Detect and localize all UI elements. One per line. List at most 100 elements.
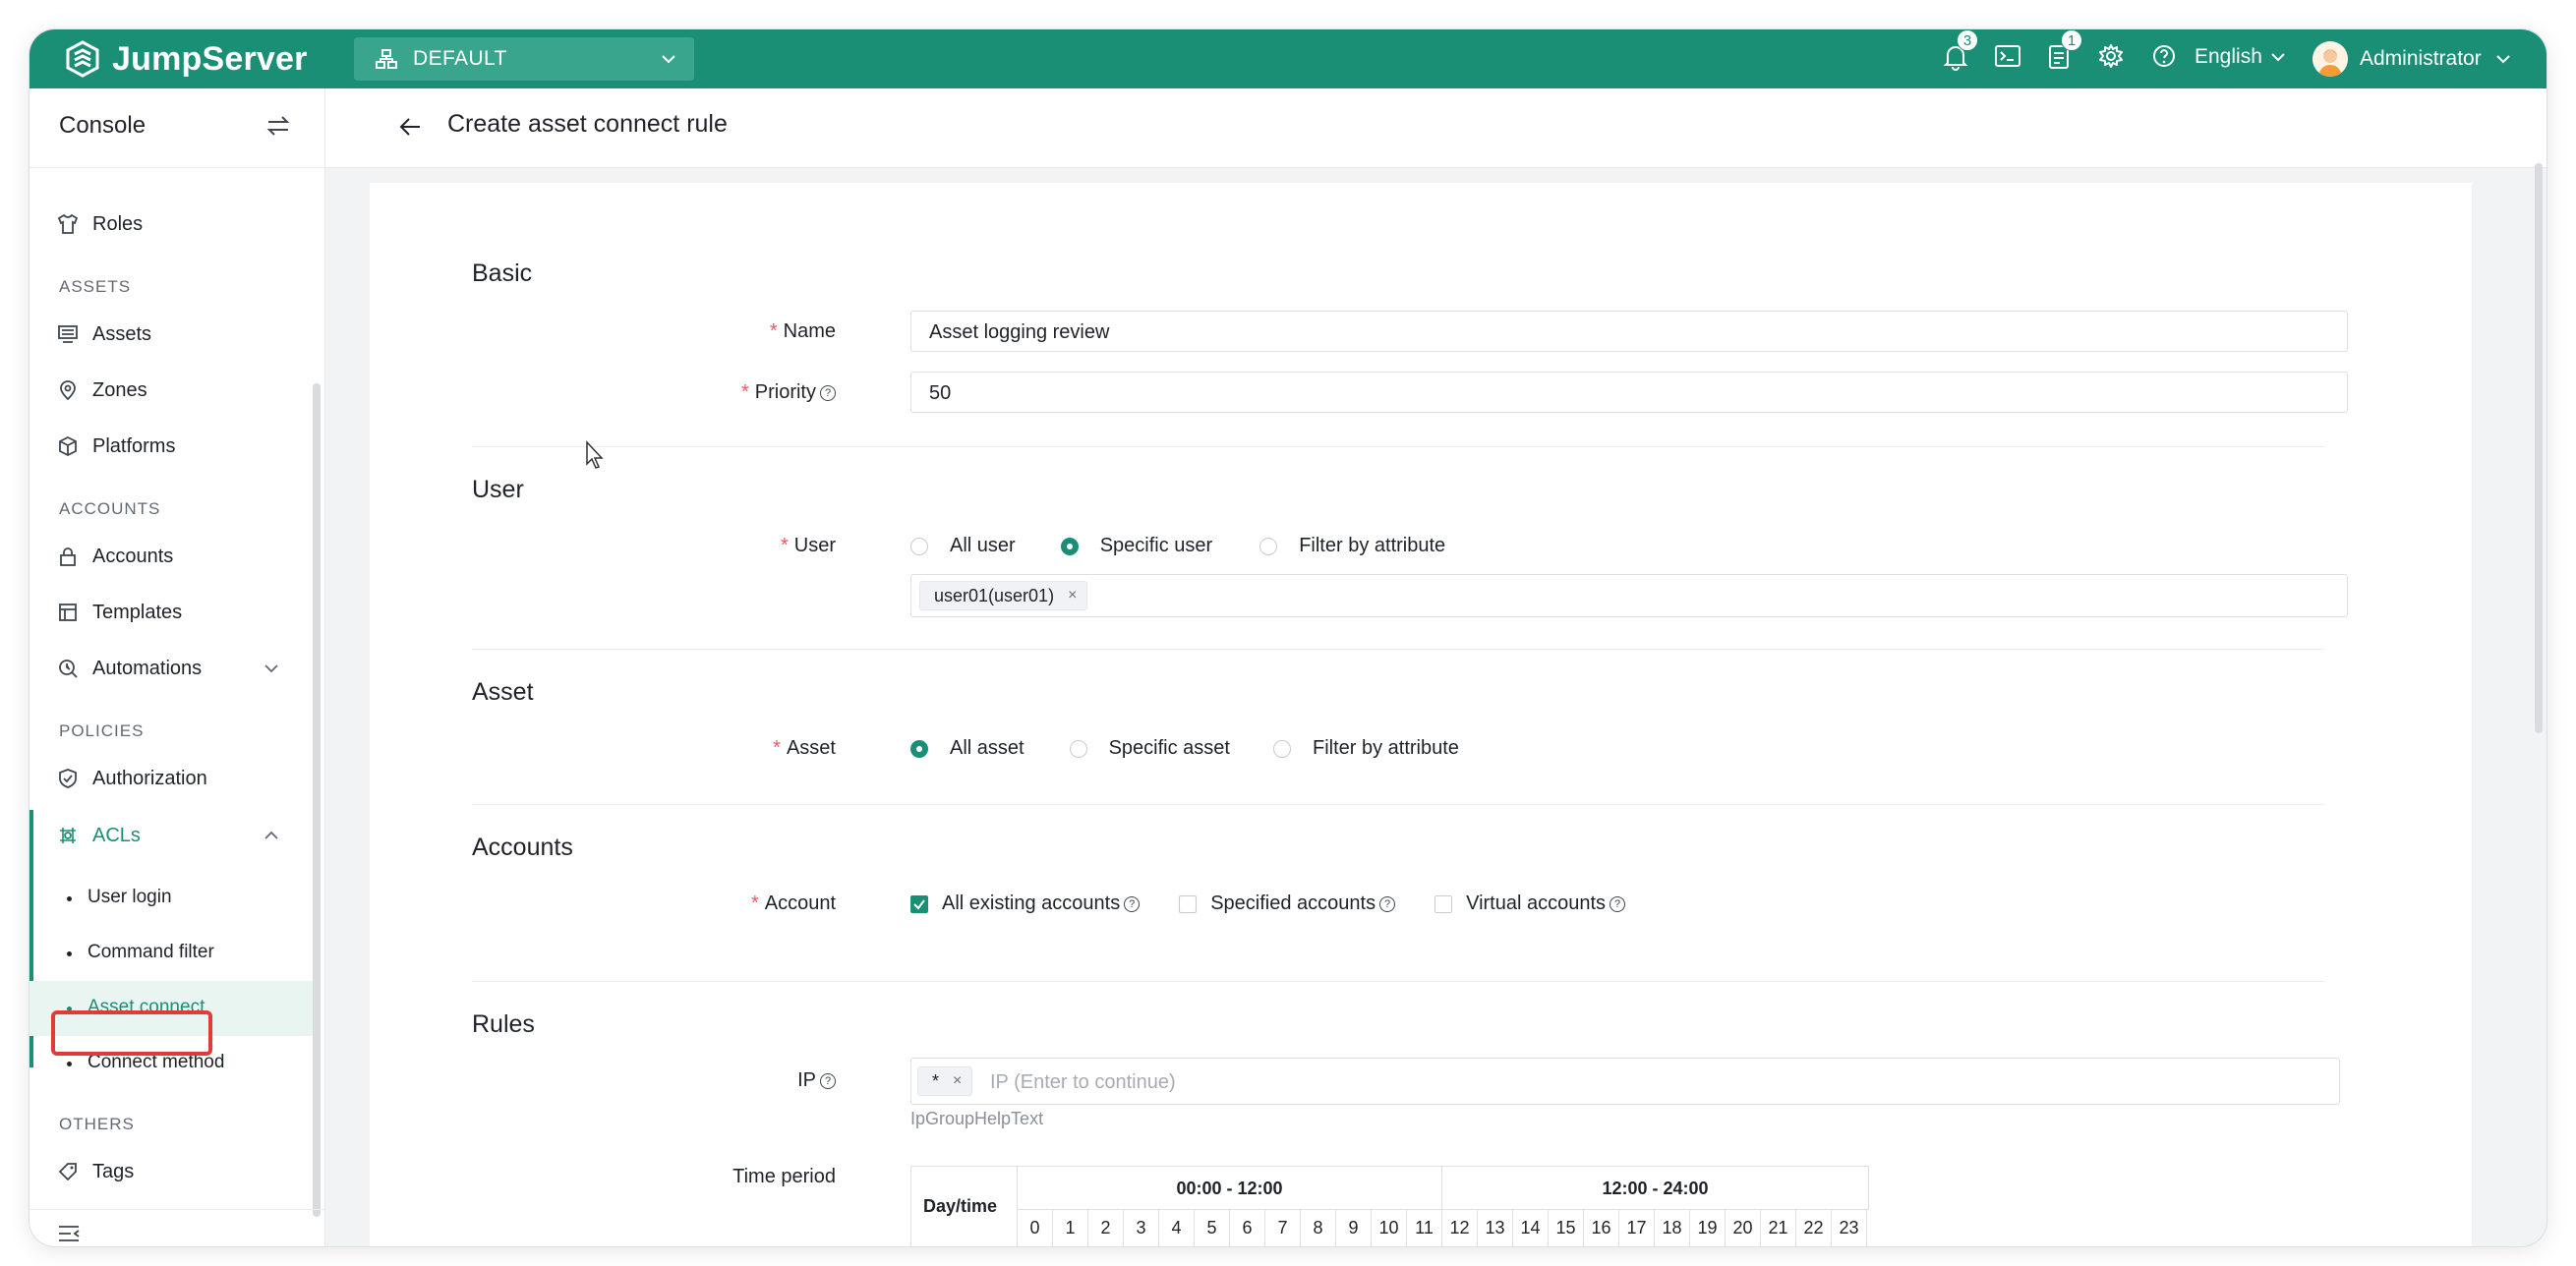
org-tree-icon — [376, 49, 397, 69]
bullet — [67, 1062, 72, 1066]
sidebar-item-assets[interactable]: Assets — [29, 307, 315, 362]
ip-label: IP? — [797, 1069, 836, 1092]
user-select[interactable]: user01(user01) × — [910, 574, 2348, 617]
sidebar-subitem-command-filter[interactable]: Command filter — [29, 926, 315, 981]
terminal-icon — [1995, 45, 2020, 67]
form-card: Basic * Name Asset logging review * Priori… — [370, 183, 2472, 1246]
question-icon[interactable]: ? — [1379, 895, 1396, 912]
radio-all-user[interactable] — [910, 537, 928, 555]
sidebar-item-label: Zones — [92, 378, 147, 401]
checkbox-label[interactable]: Specified accounts — [1210, 892, 1376, 915]
hour-header-cell: 1 — [1053, 1210, 1088, 1246]
tickets-button[interactable]: 1 — [2047, 29, 2082, 75]
checkbox-label[interactable]: All existing accounts — [942, 892, 1120, 915]
radio-label[interactable]: Filter by attribute — [1313, 737, 1459, 760]
question-icon[interactable]: ? — [1124, 895, 1141, 912]
close-icon[interactable]: × — [953, 1072, 962, 1090]
section-rules-title: Rules — [472, 1010, 535, 1038]
brand-name: JumpServer — [112, 39, 308, 78]
sidebar-item-tags[interactable]: Tags — [29, 1144, 315, 1199]
help-button[interactable] — [2151, 43, 2183, 75]
selected-user-tag: user01(user01) × — [919, 581, 1088, 610]
tag-icon — [58, 1163, 77, 1181]
tickets-badge: 1 — [2061, 29, 2082, 51]
chevron-down-icon — [2271, 53, 2285, 62]
radio-specific-asset[interactable] — [1069, 739, 1087, 758]
sidebar-item-zones[interactable]: Zones — [29, 363, 315, 418]
user-name: Administrator — [2360, 47, 2482, 70]
radio-label[interactable]: All asset — [950, 737, 1025, 760]
web-terminal-button[interactable] — [1994, 43, 2025, 75]
hour-header-cell: 12 — [1442, 1210, 1478, 1246]
name-input[interactable]: Asset logging review — [910, 311, 2348, 352]
priority-input[interactable]: 50 — [910, 372, 2348, 413]
radio-all-asset[interactable] — [910, 739, 928, 758]
radio-label[interactable]: Specific user — [1100, 535, 1213, 557]
divider — [472, 446, 2324, 447]
sidebar-item-label: Authorization — [92, 767, 207, 789]
ip-input-placeholder: IP (Enter to continue) — [990, 1071, 1176, 1093]
asset-label-text: Asset — [786, 737, 836, 759]
sidebar-item-roles[interactable]: Roles — [29, 197, 315, 252]
sidebar-item-templates[interactable]: Templates — [29, 585, 315, 640]
sidebar-subitem-user-login[interactable]: User login — [29, 871, 315, 926]
location-pin-icon — [60, 380, 76, 401]
hour-header-cell: 14 — [1513, 1210, 1549, 1246]
gear-icon — [2099, 44, 2123, 68]
language-select[interactable]: English — [2195, 45, 2286, 69]
hour-header-cell: 11 — [1407, 1210, 1442, 1246]
sidebar-item-accounts[interactable]: Accounts — [29, 529, 315, 584]
required-marker: * — [773, 737, 781, 759]
avatar — [2313, 41, 2348, 77]
checkbox-virtual-accounts[interactable] — [1434, 894, 1453, 913]
required-marker: * — [780, 535, 789, 556]
priority-input-value: 50 — [929, 382, 952, 404]
divider — [472, 804, 2324, 805]
radio-label[interactable]: Filter by attribute — [1299, 535, 1445, 557]
back-arrow-icon[interactable] — [398, 116, 422, 138]
radio-filter-by-attribute[interactable] — [1259, 537, 1278, 555]
checkbox-label[interactable]: Virtual accounts — [1466, 892, 1606, 915]
sidebar-section-policies: POLICIES — [59, 721, 145, 740]
am-header: 00:00 - 12:00 — [1018, 1167, 1442, 1210]
template-icon — [59, 604, 77, 621]
view-switch-icon[interactable] — [265, 114, 291, 138]
collapse-menu-icon[interactable] — [57, 1224, 81, 1243]
notifications-button[interactable]: 3 — [1943, 29, 1978, 75]
user-menu[interactable]: Administrator — [2313, 41, 2511, 77]
radio-filter-by-attribute[interactable] — [1272, 739, 1291, 758]
sidebar-item-label: Assets — [92, 322, 152, 345]
time-period-table[interactable]: Day/time 00:00 - 12:00 12:00 - 24:00 012… — [910, 1166, 1869, 1246]
main-scrollbar[interactable] — [2535, 163, 2543, 733]
sidebar-item-authorization[interactable]: Authorization — [29, 751, 315, 806]
sidebar-item-label: Tags — [92, 1160, 135, 1182]
sidebar-item-platforms[interactable]: Platforms — [29, 419, 315, 474]
radio-label[interactable]: All user — [950, 535, 1016, 557]
time-period-label: Time period — [732, 1166, 836, 1188]
question-icon[interactable]: ? — [820, 385, 836, 401]
radio-label[interactable]: Specific asset — [1109, 737, 1230, 760]
required-marker: * — [750, 892, 759, 914]
bullet — [67, 951, 72, 956]
sidebar-item-automations[interactable]: Automations — [29, 641, 315, 696]
sidebar-item-acls[interactable]: ACLs — [29, 808, 315, 863]
question-icon[interactable]: ? — [820, 1073, 836, 1089]
brand-logo[interactable]: JumpServer — [63, 38, 308, 80]
ip-input[interactable]: * × IP (Enter to continue) — [910, 1058, 2340, 1105]
required-marker: * — [769, 320, 778, 342]
question-icon[interactable]: ? — [1610, 895, 1626, 912]
settings-button[interactable] — [2098, 43, 2130, 75]
radio-specific-user[interactable] — [1060, 537, 1079, 555]
hour-header-cell: 7 — [1265, 1210, 1301, 1246]
sidebar-subitem-label: User login — [88, 887, 172, 907]
jumpserver-logo-icon — [66, 40, 99, 78]
checkbox-all-existing-accounts[interactable] — [910, 894, 928, 913]
required-marker: * — [740, 381, 749, 403]
close-icon[interactable]: × — [1068, 587, 1077, 604]
shirt-icon — [57, 213, 79, 234]
user-radio-group: All user Specific user Filter by attribu… — [910, 535, 1445, 557]
sidebar-scrollbar[interactable] — [313, 383, 321, 1217]
checkbox-specified-accounts[interactable] — [1179, 894, 1198, 913]
page-title: Create asset connect rule — [447, 110, 728, 138]
organization-select[interactable]: DEFAULT — [354, 37, 694, 81]
